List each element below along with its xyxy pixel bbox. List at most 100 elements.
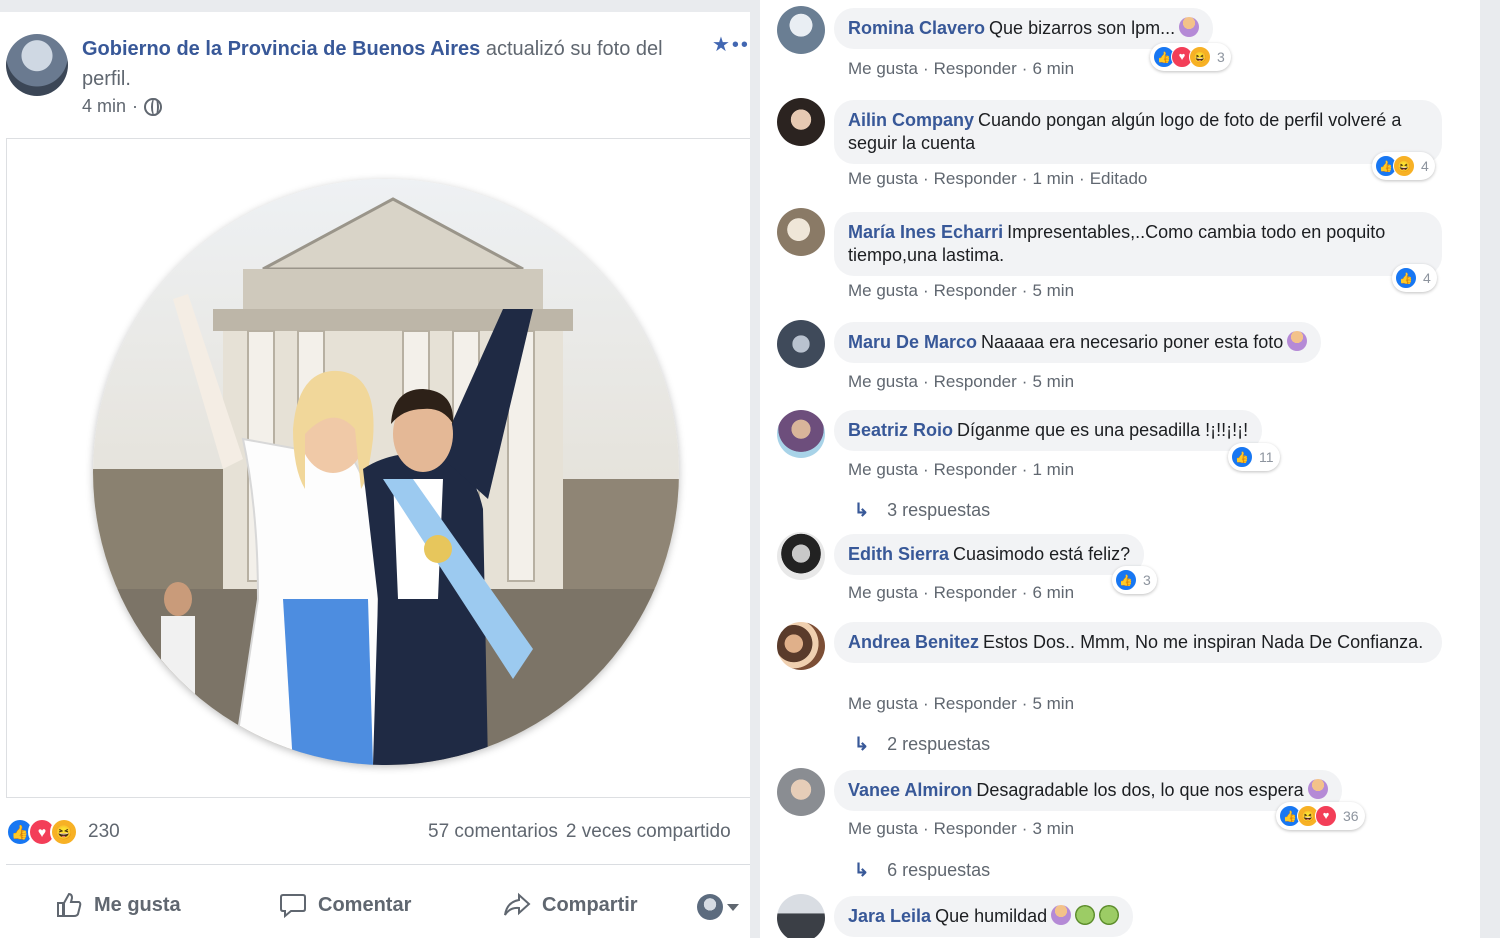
- like-button[interactable]: Me gusta: [54, 890, 181, 920]
- comment-avatar[interactable]: [777, 410, 825, 458]
- comment-author[interactable]: Maru De Marco: [848, 332, 977, 352]
- separator: ·: [1021, 59, 1028, 78]
- comment-bubble-icon: [280, 894, 306, 919]
- comment-avatar[interactable]: [777, 894, 825, 938]
- reply-arrow-icon: ↳: [854, 734, 870, 754]
- haha-reaction-icon: 😆: [1189, 46, 1211, 68]
- comment-bubble: Andrea Benitez Estos Dos.. Mmm, No me ins…: [834, 622, 1442, 663]
- comment-actions: Me gusta · Responder · 6 min: [848, 583, 1074, 603]
- haha-reaction-icon: 😆: [1393, 155, 1415, 177]
- comment-bubble: Beatriz Roio Díganme que es una pesadilla…: [834, 410, 1263, 451]
- comment-time[interactable]: 3 min: [1032, 819, 1074, 838]
- comment-reactions-badge[interactable]: 👍 11: [1228, 443, 1280, 471]
- reaction-count: 11: [1259, 449, 1274, 465]
- comment-button[interactable]: Comentar: [278, 890, 411, 920]
- comment-author[interactable]: Romina Clavero: [848, 18, 985, 38]
- comment-bubble: Vanee Almiron Desagradable los dos, lo qu…: [834, 770, 1342, 811]
- comment-author[interactable]: Edith Sierra: [848, 544, 949, 564]
- profile-photo-frame[interactable]: [6, 138, 750, 798]
- comment-reactions-badge[interactable]: 👍 4: [1392, 264, 1437, 292]
- comment-reactions-badge[interactable]: 👍 ♥ 😆 3: [1150, 43, 1231, 71]
- comment-like-link[interactable]: Me gusta: [848, 694, 918, 713]
- reaction-count: 36: [1343, 808, 1359, 824]
- comment-like-link[interactable]: Me gusta: [848, 281, 918, 300]
- comment-avatar[interactable]: [777, 320, 825, 368]
- meta-separator: ·: [132, 96, 139, 116]
- comment-reply-link[interactable]: Responder: [934, 281, 1017, 300]
- reactions-count[interactable]: 230: [88, 821, 120, 843]
- person-emoji-icon: [1287, 331, 1308, 351]
- comment-actions: Me gusta · Responder · 5 min: [848, 372, 1074, 392]
- comment-avatar[interactable]: [777, 208, 825, 256]
- separator: ·: [922, 59, 929, 78]
- view-replies-link[interactable]: ↳ 3 respuestas: [854, 500, 990, 521]
- page-name-link[interactable]: Gobierno de la Provincia de Buenos Aires: [82, 38, 480, 60]
- comment-reply-link[interactable]: Responder: [934, 372, 1017, 391]
- comment-time[interactable]: 5 min: [1032, 694, 1074, 713]
- separator: ·: [1021, 169, 1028, 188]
- comment-time[interactable]: 6 min: [1032, 59, 1074, 78]
- comment-reply-link[interactable]: Responder: [934, 59, 1017, 78]
- post-reactions[interactable]: 👍 ♥ 😆 230: [6, 818, 120, 846]
- comment-reply-link[interactable]: Responder: [934, 694, 1017, 713]
- comment-time[interactable]: 6 min: [1032, 583, 1074, 602]
- profile-photo[interactable]: [93, 179, 679, 765]
- comment-bubble: Ailin Company Cuando pongan algún logo de…: [834, 100, 1442, 164]
- separator: ·: [922, 819, 929, 838]
- post-as-selector[interactable]: [697, 894, 739, 920]
- comment-author[interactable]: Jara Leila: [848, 906, 931, 926]
- comment-like-link[interactable]: Me gusta: [848, 169, 918, 188]
- edited-label[interactable]: Editado: [1090, 169, 1148, 188]
- view-replies-link[interactable]: ↳ 6 respuestas: [854, 860, 990, 881]
- comment-like-link[interactable]: Me gusta: [848, 583, 918, 602]
- comment-like-link[interactable]: Me gusta: [848, 59, 918, 78]
- share-button[interactable]: Compartir: [502, 890, 638, 920]
- comment-reply-link[interactable]: Responder: [934, 819, 1017, 838]
- comment-avatar[interactable]: [777, 768, 825, 816]
- nauseated-emoji-icon: [1099, 905, 1120, 925]
- globe-icon[interactable]: [144, 97, 163, 116]
- comment-like-link[interactable]: Me gusta: [848, 460, 918, 479]
- shares-count-link[interactable]: 2 veces compartido: [566, 821, 731, 842]
- page-avatar[interactable]: [6, 34, 68, 96]
- comment-time[interactable]: 5 min: [1032, 372, 1074, 391]
- comments-panel: Romina Clavero Que bizarros son lpm... Me…: [760, 0, 1480, 938]
- comment-time[interactable]: 5 min: [1032, 281, 1074, 300]
- comment-reactions-badge[interactable]: 👍 3: [1112, 566, 1157, 594]
- comment-avatar[interactable]: [777, 98, 825, 146]
- comment-actions: Me gusta · Responder · 1 min: [848, 460, 1074, 480]
- separator: ·: [922, 372, 929, 391]
- comment-time[interactable]: 1 min: [1032, 169, 1074, 188]
- separator: ·: [1021, 460, 1028, 479]
- comment-avatar[interactable]: [777, 6, 825, 54]
- comment-avatar[interactable]: [777, 622, 825, 670]
- comment-author[interactable]: Andrea Benitez: [848, 632, 979, 652]
- comment-bubble: Romina Clavero Que bizarros son lpm...: [834, 8, 1214, 49]
- comment-reactions-badge[interactable]: 👍 😆 ♥ 36: [1276, 802, 1365, 830]
- like-button-label: Me gusta: [94, 893, 181, 916]
- comment-actions: Me gusta · Responder · 5 min: [848, 281, 1074, 301]
- comment-author[interactable]: Beatriz Roio: [848, 420, 953, 440]
- comment-reply-link[interactable]: Responder: [934, 169, 1017, 188]
- comment-avatar[interactable]: [777, 532, 825, 580]
- comment-author[interactable]: Ailin Company: [848, 110, 974, 130]
- post-time[interactable]: 4 min: [82, 96, 126, 117]
- haha-reaction-icon: 😆: [50, 818, 78, 846]
- comment-reactions-badge[interactable]: 👍 😆 4: [1372, 152, 1435, 180]
- comment-bubble: Maru De Marco Naaaaa era necesario poner …: [834, 322, 1322, 363]
- comment-like-link[interactable]: Me gusta: [848, 819, 918, 838]
- view-replies-link[interactable]: ↳ 2 respuestas: [854, 734, 990, 755]
- comment-text: Que bizarros son lpm...: [989, 18, 1176, 38]
- comment-author[interactable]: María Ines Echarri: [848, 222, 1003, 242]
- comment-actions: Me gusta · Responder · 6 min: [848, 59, 1074, 79]
- comment-time[interactable]: 1 min: [1032, 460, 1074, 479]
- comment-like-link[interactable]: Me gusta: [848, 372, 918, 391]
- comment-reply-link[interactable]: Responder: [934, 583, 1017, 602]
- comment-reply-link[interactable]: Responder: [934, 460, 1017, 479]
- comment-text: Estos Dos.. Mmm, No me inspiran Nada De …: [983, 632, 1424, 652]
- star-more-icon[interactable]: ★••: [712, 32, 750, 57]
- comment-author[interactable]: Vanee Almiron: [848, 780, 972, 800]
- love-reaction-icon: ♥: [1315, 805, 1337, 827]
- comments-count-link[interactable]: 57 comentarios: [428, 821, 558, 842]
- separator: ·: [922, 169, 929, 188]
